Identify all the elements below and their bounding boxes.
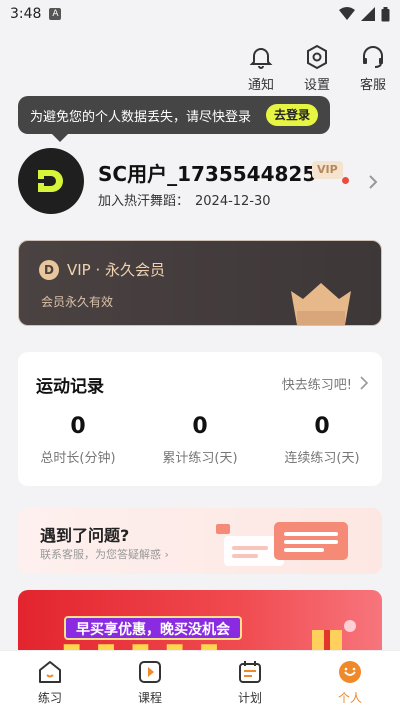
profile-face-icon: [339, 661, 361, 683]
join-date: 2024-12-30: [195, 194, 271, 209]
promo-tag: 早买享优惠，晚买没机会: [64, 616, 242, 640]
tab-plan-label: 计划: [237, 691, 262, 705]
play-icon: [139, 661, 161, 683]
notification-a-icon: A: [49, 8, 62, 20]
vip-card-subtitle: 会员永久有效: [41, 295, 114, 309]
customer-service-label: 客服: [359, 78, 386, 93]
unread-dot: [342, 177, 349, 184]
stat-label: 连续练习(天): [284, 451, 360, 466]
profile-header[interactable]: SC用户_1735544825 VIP 加入热汗舞蹈： 2024-12-30: [18, 148, 382, 214]
bottom-tab-bar: 练习 课程 计划 个人: [0, 650, 400, 712]
status-time: 3:48: [10, 6, 42, 22]
stat-label: 总时长(分钟): [40, 451, 116, 466]
wifi-icon: [339, 7, 355, 20]
tab-courses-label: 课程: [137, 691, 162, 705]
settings-label: 设置: [303, 78, 330, 93]
calendar-icon: [239, 661, 261, 683]
login-reminder-text: 为避免您的个人数据丢失，请尽快登录: [30, 109, 252, 125]
stat-value: 0: [70, 414, 86, 439]
settings-button[interactable]: 设置: [300, 44, 334, 93]
tab-plan[interactable]: 计划: [200, 651, 300, 712]
username: SC用户_1735544825: [98, 162, 317, 186]
vip-badge: VIP: [312, 161, 343, 179]
workout-record-title: 运动记录: [36, 377, 104, 397]
notifications-button[interactable]: 通知: [244, 44, 278, 93]
go-practice-link[interactable]: 快去练习吧!: [282, 374, 352, 393]
avatar[interactable]: [18, 148, 84, 214]
chat-bubbles-icon: [216, 522, 348, 566]
battery-icon: [381, 6, 390, 21]
join-label: 加入热汗舞蹈：: [98, 194, 190, 209]
promo-banner[interactable]: 早买享优惠，晚买没机会 █ █ █ █ █: [18, 590, 382, 656]
workout-record-card: 运动记录 快去练习吧! 0 总时长(分钟) 0 累计练习(天) 0 连续练习(天…: [18, 352, 382, 486]
headset-icon: [363, 46, 383, 68]
customer-service-button[interactable]: 客服: [356, 44, 390, 93]
stat-value: 0: [192, 414, 208, 439]
signal-icon: [361, 7, 375, 21]
tab-practice-label: 练习: [37, 691, 62, 705]
notifications-label: 通知: [247, 78, 274, 93]
tab-practice[interactable]: 练习: [0, 651, 100, 712]
help-subtitle: 联系客服，为您答疑解惑 ›: [40, 548, 169, 561]
crown-icon: [291, 283, 351, 325]
tab-profile[interactable]: 个人: [300, 651, 400, 712]
app-logo-icon: [38, 170, 63, 192]
stat-value: 0: [314, 414, 330, 439]
stat-total-days: 0 累计练习(天): [140, 414, 260, 466]
login-reminder-tooltip: 为避免您的个人数据丢失，请尽快登录 去登录: [18, 96, 330, 142]
tab-courses[interactable]: 课程: [100, 651, 200, 712]
join-info: 加入热汗舞蹈： 2024-12-30: [98, 190, 271, 209]
vip-card-title: D VIP · 永久会员: [39, 259, 165, 280]
help-title: 遇到了问题?: [40, 526, 130, 545]
home-icon: [39, 661, 61, 683]
chevron-right-icon: [360, 376, 368, 390]
stat-label: 累计练习(天): [162, 451, 238, 466]
vip-coin-icon: D: [39, 259, 59, 280]
stat-streak-days: 0 连续练习(天): [262, 414, 382, 466]
stat-total-duration: 0 总时长(分钟): [18, 414, 138, 466]
vip-membership-card[interactable]: D VIP · 永久会员 会员永久有效: [18, 240, 382, 326]
gear-icon: [307, 44, 327, 70]
tab-profile-label: 个人: [337, 691, 362, 705]
login-button[interactable]: 去登录: [265, 104, 318, 126]
chevron-right-icon: [369, 175, 378, 189]
top-actions: 通知 设置 客服: [244, 44, 390, 93]
bell-icon: [249, 48, 273, 69]
vip-card-title-text: VIP · 永久会员: [67, 261, 166, 279]
help-card[interactable]: 遇到了问题? 联系客服，为您答疑解惑 ›: [18, 508, 382, 574]
status-bar: 3:48 A: [0, 0, 400, 28]
